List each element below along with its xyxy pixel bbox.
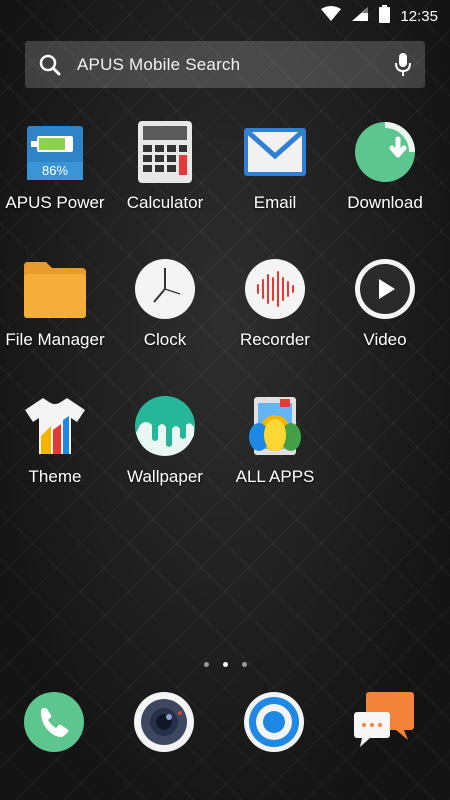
app-label: Download (347, 193, 423, 212)
folder-icon (23, 257, 87, 321)
page-dot[interactable] (241, 662, 247, 667)
dock-browser[interactable] (242, 691, 306, 758)
camera-icon (133, 691, 195, 758)
browser-icon (243, 691, 305, 758)
app-label: Theme (28, 467, 82, 486)
recorder-icon (243, 257, 307, 321)
app-all-apps[interactable]: ALL APPS (220, 394, 330, 487)
app-label: Recorder (240, 330, 310, 349)
status-bar: 12:35 (0, 0, 450, 30)
app-download[interactable]: Download (330, 120, 440, 213)
dock (0, 690, 450, 760)
search-icon (39, 54, 61, 76)
clock-icon (133, 257, 197, 321)
download-icon (353, 120, 417, 184)
app-wallpaper[interactable]: Wallpaper (110, 394, 220, 487)
app-label: Video (363, 330, 407, 349)
dock-messages[interactable] (352, 690, 416, 754)
app-label: Wallpaper (127, 467, 203, 486)
video-play-icon (353, 257, 417, 321)
all-apps-icon (243, 394, 307, 458)
app-label: APUS Power (5, 193, 105, 212)
app-clock[interactable]: Clock (110, 257, 220, 350)
page-indicator (0, 662, 450, 667)
page-dot[interactable] (203, 662, 209, 667)
signal-icon (351, 6, 369, 27)
app-email[interactable]: Email (220, 120, 330, 213)
battery-icon (379, 5, 391, 28)
messages-icon (352, 690, 416, 755)
dock-camera[interactable] (132, 691, 196, 758)
app-label: Calculator (126, 193, 204, 212)
phone-icon (23, 691, 85, 758)
app-label: Email (253, 193, 297, 212)
app-apus-power[interactable]: 86% APUS Power (0, 120, 110, 213)
microphone-icon[interactable] (395, 52, 411, 77)
app-recorder[interactable]: Recorder (220, 257, 330, 350)
app-video[interactable]: Video (330, 257, 440, 350)
status-icons: 12:35 (321, 5, 438, 28)
calculator-icon (133, 120, 197, 184)
dock-phone[interactable] (22, 691, 86, 758)
power-badge: 86% (42, 163, 68, 178)
app-theme[interactable]: Theme (0, 394, 110, 487)
battery-power-icon: 86% (23, 120, 87, 184)
app-label: ALL APPS (235, 467, 315, 486)
theme-shirt-icon (23, 394, 87, 458)
search-bar[interactable]: APUS Mobile Search (25, 41, 425, 88)
app-calculator[interactable]: Calculator (110, 120, 220, 213)
wifi-icon (321, 6, 342, 27)
page-dot-active[interactable] (222, 662, 228, 667)
status-time: 12:35 (400, 8, 438, 25)
wallpaper-icon (133, 394, 197, 458)
app-label: File Manager (5, 330, 105, 349)
email-icon (243, 120, 307, 184)
search-placeholder[interactable]: APUS Mobile Search (77, 55, 395, 75)
app-label: Clock (143, 330, 187, 349)
app-file-manager[interactable]: File Manager (0, 257, 110, 350)
